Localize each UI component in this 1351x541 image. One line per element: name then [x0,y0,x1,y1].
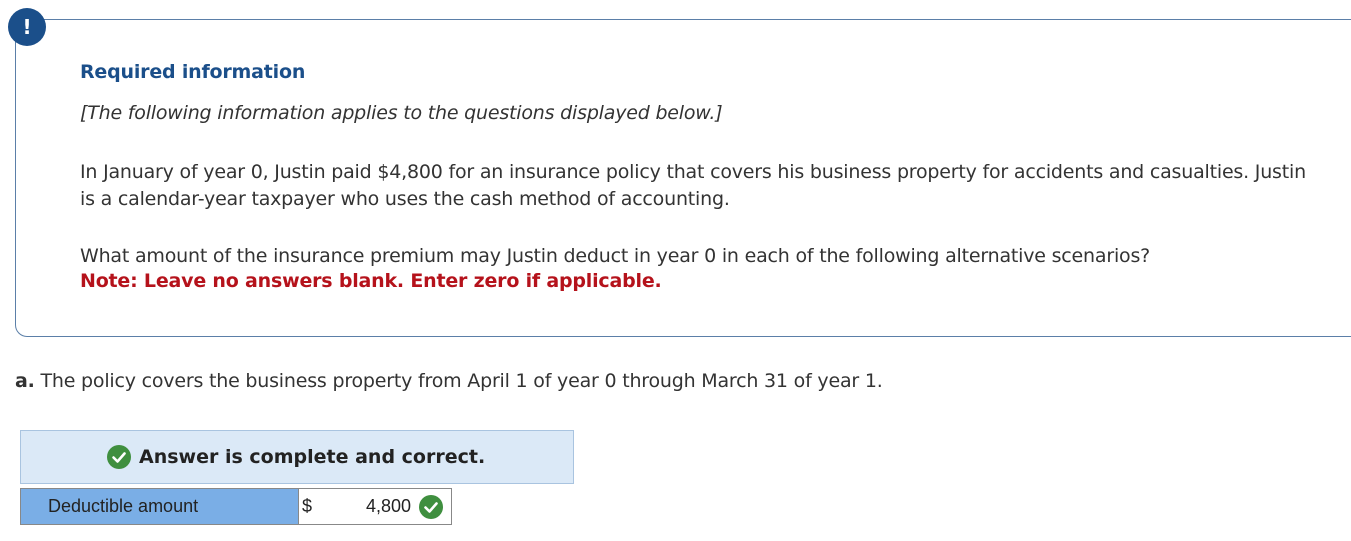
required-information-title: Required information [80,61,306,83]
answer-status-banner: Answer is complete and correct. [20,430,574,484]
exclamation-icon: ! [22,15,32,39]
answer-note: Note: Leave no answers blank. Enter zero… [80,270,662,292]
deductible-amount-label: Deductible amount [21,489,299,524]
question-text: What amount of the insurance premium may… [80,245,1151,267]
check-circle-icon [107,445,131,469]
alert-badge-icon: ! [8,8,46,46]
deductible-amount-value: 4,800 [365,496,411,516]
answer-status-text: Answer is complete and correct. [139,446,486,468]
scenario-text: In January of year 0, Justin paid $4,800… [80,161,1306,210]
deductible-amount-row: Deductible amount $ 4,800 [20,488,452,525]
applies-note: [The following information applies to th… [80,102,723,124]
part-a-letter: a. [15,370,35,392]
part-a-prompt: a. The policy covers the business proper… [15,370,883,392]
part-a-text: The policy covers the business property … [40,370,883,392]
check-circle-icon [419,495,443,519]
currency-symbol: $ [302,496,313,516]
deductible-amount-field[interactable]: $ 4,800 [299,489,451,524]
